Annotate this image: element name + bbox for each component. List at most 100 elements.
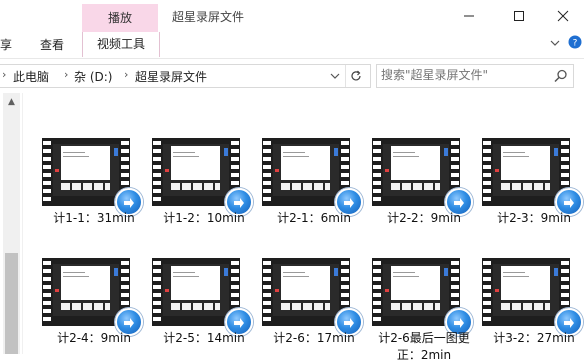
breadcrumb-current-folder[interactable]: 超星录屏文件 (135, 68, 207, 85)
svg-text:?: ? (573, 39, 578, 49)
minimize-icon (464, 15, 474, 17)
thumbnail-text-line (503, 272, 525, 273)
title-bar: 播放 超星录屏文件 (0, 0, 584, 32)
ribbon-tabs: 享 查看 视频工具 ? (0, 32, 584, 58)
thumbnail-text-line (173, 276, 199, 277)
tab-view[interactable]: 查看 (40, 36, 64, 53)
thumbnail-filmstrip (171, 183, 220, 190)
chevron-right-icon[interactable]: › (124, 68, 128, 81)
nav-pane-scrollbar[interactable]: ▲ (3, 93, 20, 354)
thumbnail-text-line (393, 152, 415, 153)
thumbnail-screen (163, 144, 229, 196)
breadcrumb-this-pc[interactable]: 此电脑 (13, 68, 49, 85)
chevron-down-icon (330, 73, 340, 79)
thumbnail-text-line (63, 156, 89, 157)
thumbnail-screen (273, 264, 339, 316)
file-name-label: 计2-1：6min (277, 211, 351, 225)
thumbnail-screen (53, 264, 119, 316)
address-bar[interactable]: › 此电脑 › 杂 (D:) › 超星录屏文件 (0, 64, 371, 88)
thumbnail-marker (55, 169, 59, 172)
file-grid: 计1-1：31min 计1-2：10min 计2-1：6min 计2-2：9min 计2… (26, 93, 584, 362)
thumbnail-marker (55, 289, 59, 292)
film-sprocket (43, 141, 51, 203)
thumbnail-filmstrip (501, 303, 550, 310)
thumbnail-filmstrip (281, 303, 330, 310)
help-icon: ? (568, 35, 582, 49)
thumbnail-marker (385, 289, 389, 292)
thumbnail-filmstrip (391, 183, 440, 190)
expand-ribbon-button[interactable] (550, 37, 560, 51)
thumbnail-text-line (283, 156, 309, 157)
thumbnail-side-marker (224, 148, 228, 156)
file-name-label: 计2-4：9min (57, 331, 131, 345)
file-name-label: 计1-2：10min (163, 211, 245, 225)
address-row: › 此电脑 › 杂 (D:) › 超星录屏文件 (0, 58, 584, 93)
thumbnail-text-line (503, 276, 529, 277)
file-name-label: 计2-2：9min (387, 211, 461, 225)
thumbnail-side-marker (224, 268, 228, 276)
thumbnail-text-line (173, 272, 195, 273)
close-icon (557, 10, 569, 22)
thumbnail-screen (273, 144, 339, 196)
thumbnail-marker (495, 289, 499, 292)
context-tab-group-label: 播放 (82, 4, 158, 32)
search-icon[interactable] (553, 68, 569, 84)
address-history-button[interactable] (325, 65, 345, 87)
thumbnail-marker (385, 169, 389, 172)
thumbnail-screen (163, 264, 229, 316)
window-title: 超星录屏文件 (172, 10, 245, 24)
thumbnail-marker (275, 169, 279, 172)
search-input[interactable] (381, 67, 541, 83)
chevron-right-icon[interactable]: › (64, 68, 68, 81)
thumbnail-text-line (173, 152, 195, 153)
thumbnail-marker (165, 289, 169, 292)
thumbnail-text-line (283, 276, 309, 277)
maximize-icon (514, 11, 524, 21)
film-sprocket (263, 261, 271, 323)
thumbnail-side-marker (334, 148, 338, 156)
maximize-button[interactable] (496, 0, 542, 32)
file-name-label: 计1-1：31min (53, 211, 135, 225)
help-button[interactable]: ? (568, 35, 582, 52)
file-name-label: 计2-6最后一图更正：2min (378, 331, 470, 362)
chevron-down-icon (550, 40, 560, 46)
film-sprocket (373, 261, 381, 323)
thumbnail-screen (493, 144, 559, 196)
thumbnail-side-marker (554, 268, 558, 276)
thumbnail-text-line (63, 152, 85, 153)
thumbnail-marker (495, 169, 499, 172)
thumbnail-side-marker (444, 268, 448, 276)
thumbnail-filmstrip (61, 183, 110, 190)
minimize-button[interactable] (446, 0, 492, 32)
chevron-right-icon: › (2, 68, 7, 81)
thumbnail-filmstrip (281, 183, 330, 190)
thumbnail-side-marker (334, 268, 338, 276)
thumbnail-text-line (503, 152, 525, 153)
film-sprocket (263, 141, 271, 203)
thumbnail-screen (383, 264, 449, 316)
thumbnail-filmstrip (391, 303, 440, 310)
thumbnail-filmstrip (61, 303, 110, 310)
thumbnail-side-marker (114, 148, 118, 156)
film-sprocket (153, 261, 161, 323)
file-name-label: 计2-3：9min (497, 211, 571, 225)
thumbnail-screen (493, 264, 559, 316)
thumbnail-side-marker (114, 268, 118, 276)
thumbnail-text-line (173, 156, 199, 157)
tab-share[interactable]: 享 (0, 36, 12, 53)
thumbnail-marker (165, 169, 169, 172)
scroll-up-arrow-icon[interactable]: ▲ (3, 95, 20, 109)
thumbnail-text-line (503, 156, 529, 157)
search-box[interactable] (376, 64, 574, 88)
close-button[interactable] (540, 0, 584, 32)
thumbnail-screen (53, 144, 119, 196)
refresh-button[interactable] (345, 65, 366, 87)
film-sprocket (153, 141, 161, 203)
film-sprocket (483, 141, 491, 203)
refresh-icon (351, 70, 361, 81)
breadcrumb-drive-d[interactable]: 杂 (D:) (74, 68, 112, 85)
scrollbar-thumb[interactable] (5, 253, 18, 354)
film-sprocket (373, 141, 381, 203)
thumbnail-marker (275, 289, 279, 292)
tab-video-tools[interactable]: 视频工具 (82, 32, 160, 57)
